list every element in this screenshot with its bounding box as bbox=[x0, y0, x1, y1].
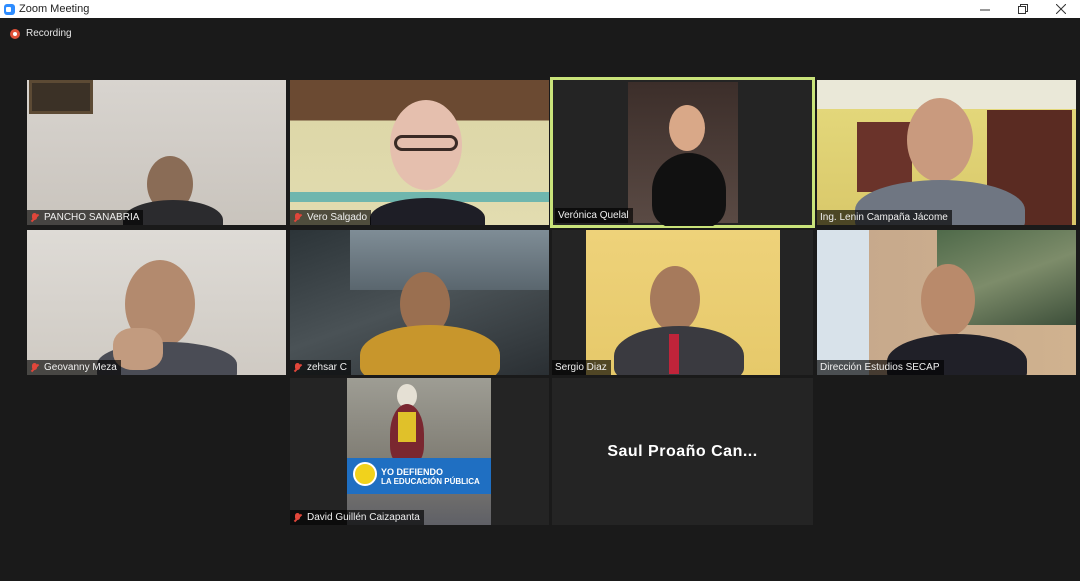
video-tile-sergio[interactable]: Sergio Diaz bbox=[552, 230, 813, 375]
participant-name: Dirección Estudios SECAP bbox=[820, 362, 940, 373]
video-tile-secap[interactable]: Dirección Estudios SECAP bbox=[817, 230, 1076, 375]
minimize-icon bbox=[980, 9, 990, 11]
participant-name-tag: zehsar C bbox=[290, 360, 352, 375]
muted-mic-icon bbox=[30, 362, 39, 373]
recording-indicator[interactable]: Recording bbox=[10, 28, 72, 39]
red-tie bbox=[669, 334, 679, 374]
participant-name-tag: PANCHO SANABRIA bbox=[27, 210, 144, 225]
participant-name-tag: Dirección Estudios SECAP bbox=[817, 360, 944, 375]
participant-name: Ing. Lenin Campaña Jácome bbox=[820, 212, 948, 223]
city-backdrop bbox=[350, 230, 549, 290]
participant-body bbox=[652, 153, 726, 226]
poster-line-2: LA EDUCACIÓN PÚBLICA bbox=[381, 476, 480, 486]
participant-head bbox=[650, 266, 700, 332]
participant-name: Geovanny Meza bbox=[44, 362, 117, 373]
participant-name: Vero Salgado bbox=[307, 212, 368, 223]
participant-name: Verónica Quelal bbox=[558, 210, 629, 221]
video-tile-veronica-active-speaker[interactable]: Verónica Quelal bbox=[550, 77, 815, 228]
participant-name-tag: David Guillén Caizapanta bbox=[290, 510, 424, 525]
video-tile-lenin[interactable]: Ing. Lenin Campaña Jácome bbox=[817, 80, 1076, 225]
recording-icon bbox=[10, 28, 20, 39]
recording-label: Recording bbox=[26, 28, 72, 39]
muted-mic-icon bbox=[293, 512, 302, 523]
muted-mic-icon bbox=[30, 212, 39, 223]
video-tile-geovanny[interactable]: Geovanny Meza bbox=[27, 230, 286, 375]
restore-icon bbox=[1018, 4, 1028, 14]
bookshelf bbox=[857, 122, 912, 192]
participant-name: zehsar C bbox=[307, 362, 348, 373]
participant-name-tag: Verónica Quelal bbox=[555, 208, 633, 223]
video-tile-david[interactable]: YO DEFIENDO LA EDUCACIÓN PÚBLICA David G… bbox=[290, 378, 549, 525]
window-controls bbox=[966, 0, 1080, 18]
participant-name: PANCHO SANABRIA bbox=[44, 212, 140, 223]
zoom-logo-icon bbox=[4, 3, 15, 15]
close-button[interactable] bbox=[1042, 0, 1080, 18]
participant-head bbox=[669, 105, 705, 151]
participant-head bbox=[907, 98, 973, 182]
video-tile-pancho[interactable]: PANCHO SANABRIA bbox=[27, 80, 286, 225]
participant-name-tag: Sergio Diaz bbox=[552, 360, 611, 375]
video-tile-saul-camera-off[interactable]: Saul Proaño Can... bbox=[552, 378, 813, 525]
glasses bbox=[394, 135, 458, 151]
muted-mic-icon bbox=[293, 212, 302, 223]
window-title: Zoom Meeting bbox=[19, 3, 90, 15]
close-icon bbox=[1056, 4, 1066, 14]
seal-icon bbox=[353, 462, 377, 486]
participant-name-tag: Ing. Lenin Campaña Jácome bbox=[817, 210, 952, 225]
wall-picture bbox=[29, 80, 93, 114]
video-tile-vero[interactable]: Vero Salgado bbox=[290, 80, 549, 225]
participant-display-name: Saul Proaño Can... bbox=[607, 442, 758, 460]
muted-mic-icon bbox=[293, 362, 302, 373]
title-bar: Zoom Meeting bbox=[0, 0, 1080, 18]
yellow-vest bbox=[398, 412, 416, 442]
minimize-button[interactable] bbox=[966, 0, 1004, 18]
participant-name: David Guillén Caizapanta bbox=[307, 512, 420, 523]
participant-name: Sergio Diaz bbox=[555, 362, 607, 373]
poster-line-1: YO DEFIENDO bbox=[381, 466, 444, 477]
participant-head bbox=[921, 264, 975, 336]
poster-banner: YO DEFIENDO LA EDUCACIÓN PÚBLICA bbox=[347, 458, 491, 494]
participant-name-tag: Vero Salgado bbox=[290, 210, 372, 225]
video-tile-zehsar[interactable]: zehsar C bbox=[290, 230, 549, 375]
participant-name-tag: Geovanny Meza bbox=[27, 360, 121, 375]
restore-button[interactable] bbox=[1004, 0, 1042, 18]
